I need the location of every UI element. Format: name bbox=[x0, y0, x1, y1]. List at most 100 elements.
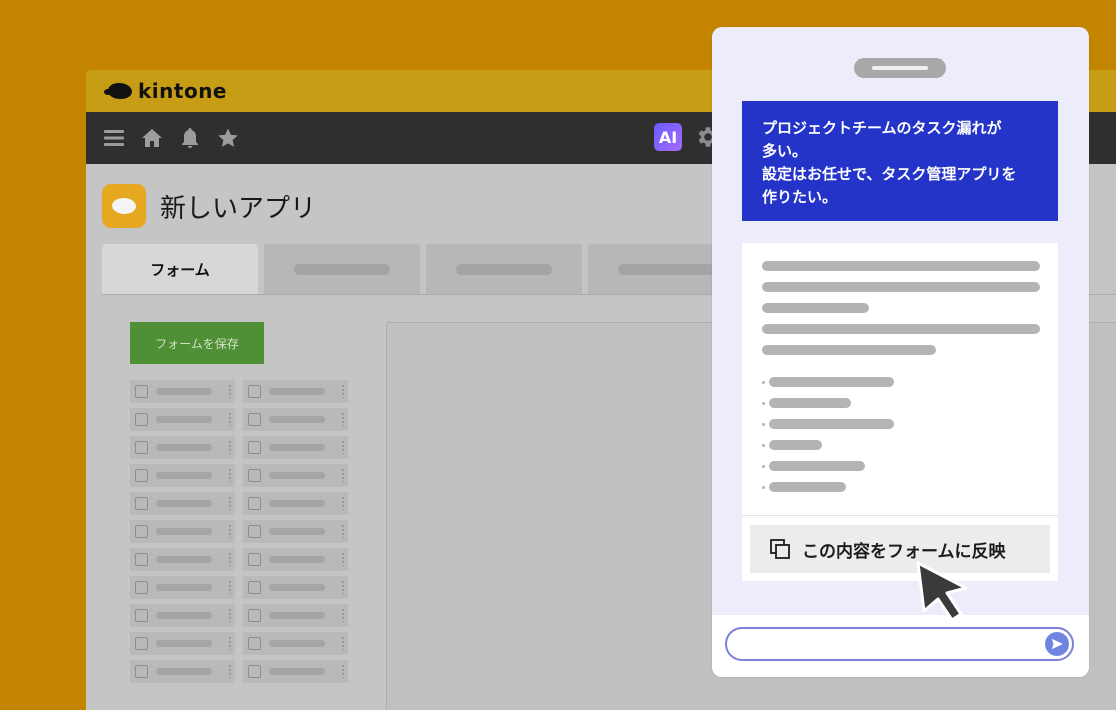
ai-chat-panel: プロジェクトチームのタスク漏れが 多い。 設定はお任せで、タスク管理アプリを 作… bbox=[712, 27, 1089, 677]
field-palette bbox=[130, 380, 356, 688]
drag-handle-icon[interactable] bbox=[342, 581, 344, 594]
field-type-item[interactable] bbox=[243, 408, 348, 431]
field-type-label-placeholder bbox=[269, 612, 325, 619]
field-type-item[interactable] bbox=[243, 492, 348, 515]
settings-tabs: フォーム bbox=[102, 244, 750, 294]
field-type-item[interactable] bbox=[243, 548, 348, 571]
field-palette-row bbox=[130, 464, 356, 487]
field-type-label-placeholder bbox=[269, 640, 325, 647]
drag-handle-icon[interactable] bbox=[229, 609, 231, 622]
field-type-label-placeholder bbox=[156, 416, 212, 423]
home-icon[interactable] bbox=[138, 124, 166, 152]
field-type-label-placeholder bbox=[156, 584, 212, 591]
drag-handle-icon[interactable] bbox=[342, 385, 344, 398]
list-item-placeholder bbox=[769, 461, 865, 471]
drag-handle-icon[interactable] bbox=[342, 609, 344, 622]
drag-handle-icon[interactable] bbox=[342, 665, 344, 678]
reflect-to-form-button[interactable]: この内容をフォームに反映 bbox=[750, 525, 1050, 573]
field-palette-row bbox=[130, 632, 356, 655]
field-palette-row bbox=[130, 576, 356, 599]
field-type-item[interactable] bbox=[130, 436, 235, 459]
bell-icon[interactable] bbox=[176, 124, 204, 152]
field-type-item[interactable] bbox=[130, 380, 235, 403]
bullet bbox=[762, 486, 765, 489]
tab-label-placeholder bbox=[456, 263, 552, 275]
field-type-item[interactable] bbox=[243, 660, 348, 683]
drag-handle-icon[interactable] bbox=[342, 637, 344, 650]
field-type-item[interactable] bbox=[130, 520, 235, 543]
field-type-icon bbox=[248, 385, 261, 398]
drag-handle-icon[interactable] bbox=[229, 581, 231, 594]
chat-input[interactable] bbox=[725, 627, 1074, 661]
drag-handle-icon[interactable] bbox=[342, 441, 344, 454]
tab-placeholder[interactable] bbox=[264, 244, 420, 294]
response-text-placeholder bbox=[762, 345, 936, 355]
field-type-item[interactable] bbox=[130, 464, 235, 487]
drag-handle-icon[interactable] bbox=[229, 413, 231, 426]
field-type-label-placeholder bbox=[269, 584, 325, 591]
field-palette-row bbox=[130, 548, 356, 571]
field-palette-row bbox=[130, 520, 356, 543]
list-item-placeholder bbox=[769, 440, 822, 450]
divider bbox=[742, 515, 1058, 516]
field-type-label-placeholder bbox=[156, 640, 212, 647]
drag-handle-icon[interactable] bbox=[229, 441, 231, 454]
field-type-icon bbox=[248, 581, 261, 594]
field-type-item[interactable] bbox=[243, 380, 348, 403]
drag-handle-icon[interactable] bbox=[342, 469, 344, 482]
drag-handle-icon[interactable] bbox=[342, 413, 344, 426]
star-icon[interactable] bbox=[214, 124, 242, 152]
send-button[interactable] bbox=[1045, 632, 1069, 656]
field-type-item[interactable] bbox=[243, 520, 348, 543]
tab-placeholder[interactable] bbox=[426, 244, 582, 294]
ai-assistant-button[interactable]: AI bbox=[654, 123, 682, 151]
menu-icon[interactable] bbox=[100, 124, 128, 152]
app-header: 新しいアプリ bbox=[102, 184, 316, 228]
field-palette-row bbox=[130, 604, 356, 627]
field-type-item[interactable] bbox=[130, 492, 235, 515]
field-type-item[interactable] bbox=[243, 604, 348, 627]
list-item-placeholder bbox=[769, 482, 846, 492]
kintone-logo-icon bbox=[104, 83, 132, 99]
field-type-item[interactable] bbox=[130, 660, 235, 683]
field-type-icon bbox=[135, 469, 148, 482]
field-type-label-placeholder bbox=[269, 668, 325, 675]
drag-handle-icon[interactable] bbox=[342, 497, 344, 510]
response-text-placeholder bbox=[762, 303, 869, 313]
drag-handle-icon[interactable] bbox=[229, 637, 231, 650]
drag-handle-icon[interactable] bbox=[342, 553, 344, 566]
drag-handle-icon[interactable] bbox=[229, 665, 231, 678]
drag-handle-icon[interactable] bbox=[229, 553, 231, 566]
field-type-icon bbox=[135, 609, 148, 622]
field-type-item[interactable] bbox=[130, 408, 235, 431]
drag-handle-icon[interactable] bbox=[342, 525, 344, 538]
field-type-item[interactable] bbox=[130, 548, 235, 571]
drag-handle-icon[interactable] bbox=[229, 525, 231, 538]
field-type-item[interactable] bbox=[130, 576, 235, 599]
list-item-placeholder bbox=[769, 419, 894, 429]
panel-handle[interactable] bbox=[854, 58, 946, 78]
field-type-icon bbox=[248, 665, 261, 678]
field-type-icon bbox=[248, 497, 261, 510]
save-form-button[interactable]: フォームを保存 bbox=[130, 322, 264, 364]
bullet bbox=[762, 423, 765, 426]
field-type-label-placeholder bbox=[269, 416, 325, 423]
field-type-item[interactable] bbox=[243, 576, 348, 599]
field-type-item[interactable] bbox=[130, 632, 235, 655]
field-type-label-placeholder bbox=[269, 444, 325, 451]
field-type-item[interactable] bbox=[243, 436, 348, 459]
drag-handle-icon[interactable] bbox=[229, 497, 231, 510]
drag-handle-icon[interactable] bbox=[229, 469, 231, 482]
field-type-item[interactable] bbox=[243, 464, 348, 487]
field-type-label-placeholder bbox=[156, 612, 212, 619]
field-palette-row bbox=[130, 492, 356, 515]
field-type-item[interactable] bbox=[130, 604, 235, 627]
field-type-icon bbox=[135, 385, 148, 398]
field-type-item[interactable] bbox=[243, 632, 348, 655]
field-type-label-placeholder bbox=[156, 472, 212, 479]
field-type-icon bbox=[135, 665, 148, 678]
tab-form[interactable]: フォーム bbox=[102, 244, 258, 294]
field-palette-row bbox=[130, 408, 356, 431]
field-type-label-placeholder bbox=[269, 472, 325, 479]
drag-handle-icon[interactable] bbox=[229, 385, 231, 398]
